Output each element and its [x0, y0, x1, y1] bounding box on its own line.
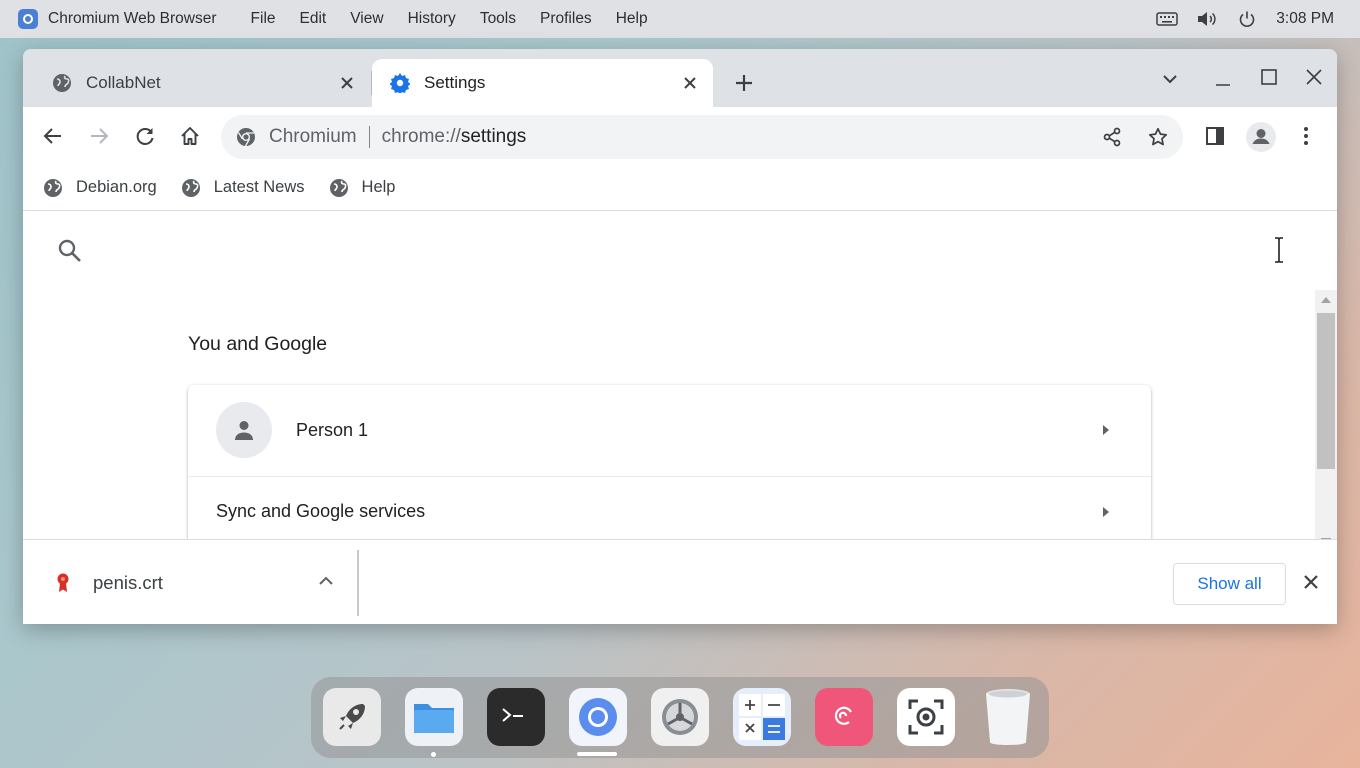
bookmark-debian[interactable]: Debian.org — [43, 178, 157, 198]
chromium-site-icon[interactable] — [235, 126, 257, 148]
download-item[interactable]: penis.crt — [23, 540, 358, 624]
download-filename: penis.crt — [93, 571, 163, 593]
new-tab-button[interactable] — [732, 71, 756, 95]
scroll-thumb[interactable] — [1317, 313, 1335, 469]
globe-icon — [329, 178, 349, 198]
minimize-icon[interactable] — [1211, 67, 1235, 91]
sync-label: Sync and Google services — [216, 501, 426, 521]
arrow-right-icon — [1103, 506, 1109, 517]
download-separator — [357, 550, 359, 616]
tab-collabnet[interactable]: CollabNet — [23, 59, 371, 107]
terminal-icon[interactable] — [487, 688, 545, 746]
download-shelf: penis.crt Show all — [23, 539, 1337, 624]
bookmarks-bar: Debian.org Latest News Help — [23, 165, 1337, 211]
forward-arrow-icon[interactable] — [87, 124, 111, 148]
files-icon[interactable] — [405, 688, 463, 746]
dock — [311, 677, 1049, 758]
certificate-icon — [55, 571, 71, 595]
share-icon[interactable] — [1100, 125, 1124, 149]
bookmark-label: Debian.org — [76, 178, 157, 196]
menu-edit[interactable]: Edit — [300, 10, 327, 28]
settings-page: You and Google Person 1 Sync and Google … — [23, 212, 1337, 540]
keyboard-icon[interactable] — [1156, 11, 1179, 27]
omnibox-divider — [368, 126, 370, 148]
sync-row[interactable]: Sync and Google services — [188, 476, 1151, 540]
power-icon[interactable] — [1236, 11, 1258, 27]
kebab-menu-icon[interactable] — [1294, 124, 1318, 148]
toolbar: Chromium chrome://settings — [23, 107, 1337, 165]
close-icon[interactable] — [1302, 573, 1320, 591]
tab-title: CollabNet — [86, 73, 161, 92]
bookmark-label: Help — [361, 178, 396, 196]
scrollbar[interactable] — [1315, 290, 1337, 540]
clock[interactable]: 3:08 PM — [1276, 10, 1334, 28]
chevron-up-icon[interactable] — [318, 573, 334, 589]
debian-icon[interactable] — [815, 688, 873, 746]
tab-strip: CollabNet Settings — [23, 49, 1337, 107]
close-window-icon[interactable] — [1302, 65, 1326, 89]
settings-card: Person 1 Sync and Google services — [188, 385, 1151, 540]
launcher-icon[interactable] — [323, 688, 381, 746]
omnibox-chip: Chromium — [269, 126, 357, 147]
system-tray: 3:08 PM — [1156, 0, 1334, 38]
volume-icon[interactable] — [1196, 11, 1218, 27]
text-cursor-icon — [1273, 236, 1285, 264]
section-title: You and Google — [188, 333, 328, 355]
person-label: Person 1 — [296, 419, 369, 440]
url-path: settings — [460, 126, 527, 147]
tab-settings[interactable]: Settings — [372, 59, 713, 107]
bookmark-latest-news[interactable]: Latest News — [181, 178, 305, 198]
close-tab-icon[interactable] — [680, 73, 700, 93]
side-panel-icon[interactable] — [1203, 124, 1227, 148]
menu-file[interactable]: File — [251, 10, 276, 28]
url-scheme: chrome:// — [381, 126, 461, 147]
arrow-right-icon — [1103, 425, 1109, 435]
menu-profiles[interactable]: Profiles — [540, 10, 592, 28]
show-all-button[interactable]: Show all — [1173, 563, 1286, 605]
bookmark-label: Latest News — [213, 178, 305, 196]
menu-history[interactable]: History — [408, 10, 456, 28]
settings-icon[interactable] — [651, 688, 709, 746]
profile-avatar-icon[interactable] — [1245, 121, 1277, 153]
globe-icon — [52, 73, 72, 93]
trash-icon[interactable] — [979, 688, 1037, 746]
maximize-icon[interactable] — [1257, 65, 1281, 89]
search-icon[interactable] — [57, 238, 83, 264]
tab-title: Settings — [424, 73, 486, 92]
scroll-up-arrow[interactable] — [1321, 297, 1331, 303]
back-arrow-icon[interactable] — [41, 124, 65, 148]
bookmark-help[interactable]: Help — [329, 178, 396, 198]
close-tab-icon[interactable] — [337, 73, 357, 93]
bookmark-star-icon[interactable] — [1146, 125, 1170, 149]
active-app-name: Chromium Web Browser — [48, 10, 217, 27]
tab-search-chevron-icon[interactable] — [1158, 67, 1182, 91]
person-row[interactable]: Person 1 — [188, 385, 1151, 475]
menu-help[interactable]: Help — [616, 10, 648, 28]
chromium-icon[interactable] — [569, 688, 627, 746]
avatar — [216, 402, 272, 458]
address-bar[interactable]: Chromium chrome://settings — [221, 115, 1183, 159]
running-indicator — [431, 752, 436, 757]
menu-view[interactable]: View — [350, 10, 383, 28]
active-indicator — [577, 752, 617, 756]
top-panel: Chromium Web Browser File Edit View Hist… — [0, 0, 1360, 38]
home-icon[interactable] — [178, 124, 202, 148]
gear-icon — [390, 73, 410, 93]
menu-tools[interactable]: Tools — [480, 10, 516, 28]
globe-icon — [181, 178, 201, 198]
reload-icon[interactable] — [133, 124, 157, 148]
globe-icon — [43, 178, 63, 198]
calculator-icon[interactable] — [733, 688, 791, 746]
browser-window: CollabNet Settings Chromium chrome:// se… — [23, 49, 1337, 624]
screenshot-icon[interactable] — [897, 688, 955, 746]
chromium-app-icon — [18, 9, 38, 29]
